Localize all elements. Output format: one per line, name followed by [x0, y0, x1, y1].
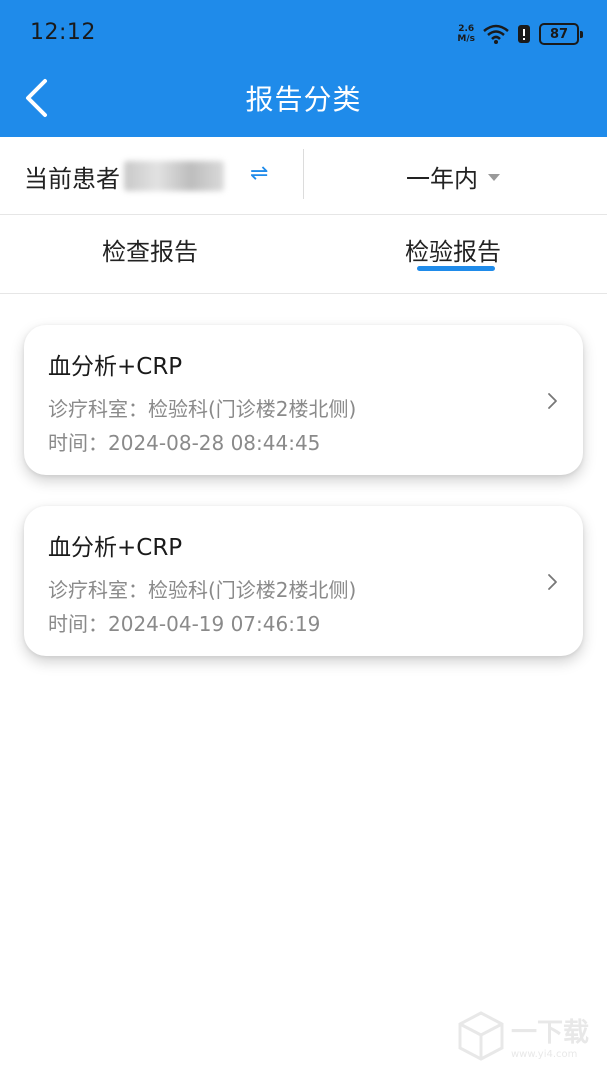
report-card[interactable]: 血分析+CRP 诊疗科室：检验科(门诊楼2楼北侧) 时间：2024-04-19 …: [24, 506, 583, 656]
report-tabs: 检查报告 检验报告: [0, 216, 607, 294]
watermark: 一下载 www.yi4.com: [457, 1010, 589, 1062]
battery-indicator: 87: [539, 23, 583, 45]
watermark-text: 一下载: [510, 1018, 589, 1048]
report-time: 时间：2024-04-19 07:46:19: [48, 612, 321, 636]
time-range-label: 一年内: [406, 165, 478, 193]
filter-divider: [303, 149, 304, 199]
status-icons: 2.6 M/s 87: [457, 20, 583, 48]
active-tab-indicator: [417, 266, 495, 271]
watermark-url: www.yi4.com: [510, 1049, 578, 1060]
report-title: 血分析+CRP: [48, 354, 183, 380]
report-title: 血分析+CRP: [48, 535, 183, 561]
time-range-select[interactable]: 一年内: [406, 159, 500, 194]
patient-label: 当前患者: [24, 165, 120, 193]
alert-icon: [518, 25, 530, 43]
patient-name-redacted: [124, 161, 224, 191]
page-title: 报告分类: [245, 83, 362, 116]
switch-patient-button[interactable]: ⇌: [250, 161, 268, 186]
network-speed-value: 2.6: [458, 24, 475, 34]
report-time: 时间：2024-08-28 08:44:45: [48, 431, 321, 455]
wifi-icon: [483, 24, 509, 44]
network-speed: 2.6 M/s: [457, 24, 475, 44]
report-card[interactable]: 血分析+CRP 诊疗科室：检验科(门诊楼2楼北侧) 时间：2024-08-28 …: [24, 325, 583, 475]
chevron-right-icon: [548, 393, 557, 409]
caret-down-icon: [488, 174, 500, 181]
tab-exam-report[interactable]: 检查报告: [102, 232, 198, 267]
report-department: 诊疗科室：检验科(门诊楼2楼北侧): [48, 397, 357, 421]
network-speed-unit: M/s: [457, 34, 475, 44]
chevron-right-icon: [548, 574, 557, 590]
cube-logo-icon: [458, 1011, 504, 1061]
filter-bar: 当前患者 ⇌ 一年内: [0, 137, 607, 215]
tab-lab-report[interactable]: 检验报告: [405, 232, 501, 267]
app-header: 12:12 2.6 M/s 87 报告分类: [0, 0, 607, 137]
status-time: 12:12: [30, 20, 96, 45]
report-department: 诊疗科室：检验科(门诊楼2楼北侧): [48, 578, 357, 602]
